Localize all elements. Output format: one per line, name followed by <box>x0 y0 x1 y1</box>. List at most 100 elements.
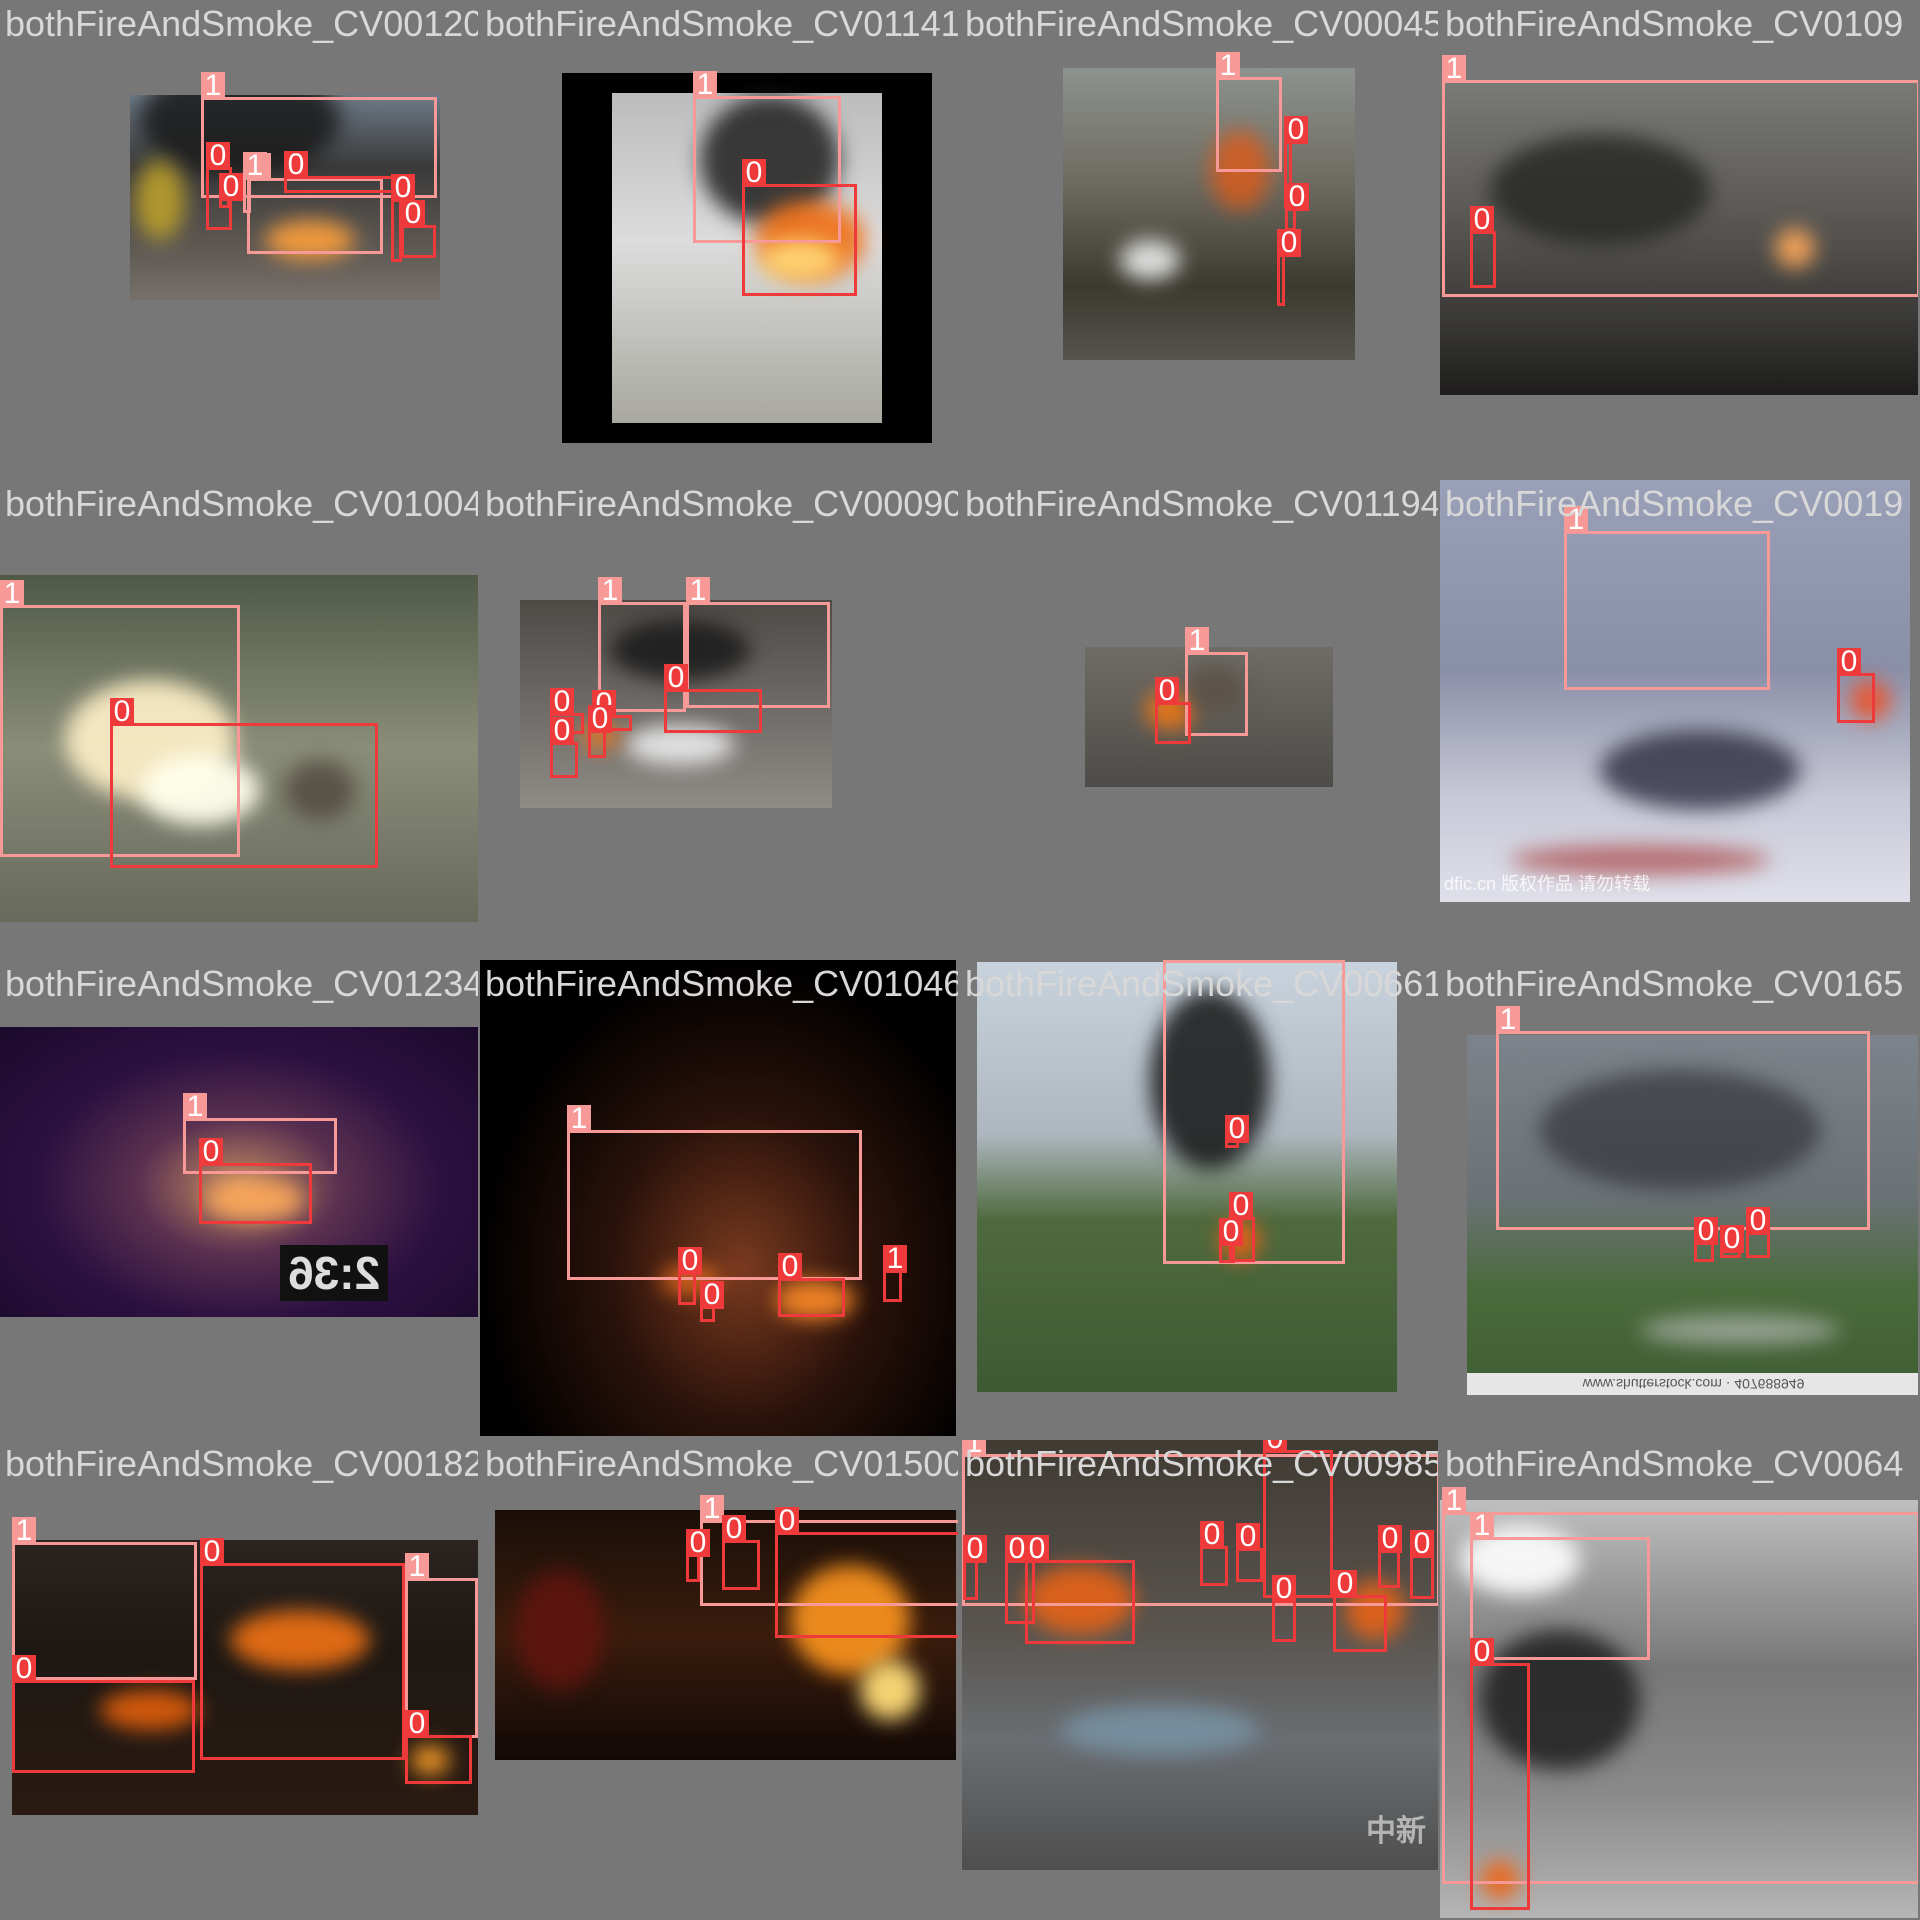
class-label: 1 <box>700 1494 724 1524</box>
class-label: 0 <box>778 1252 802 1282</box>
image-tile[interactable]: bothFireAndSmoke_CV010043.jpg 1 0 <box>0 480 478 958</box>
photo-watermark: 中新 <box>1366 1815 1426 1848</box>
image-tile[interactable]: bothFireAndSmoke_CV011418.jpg 1 0 <box>480 0 958 478</box>
fire-detection-box[interactable]: 1 <box>883 1244 907 1302</box>
photo-watermark: www.shutterstock.com · 407688949 <box>1467 1373 1918 1395</box>
class-label: 0 <box>1746 1206 1770 1236</box>
class-label: 0 <box>1720 1224 1744 1254</box>
class-label: 0 <box>1236 1522 1260 1552</box>
fire-detection-box[interactable]: 0 <box>775 1506 958 1638</box>
class-label: 0 <box>1200 1520 1224 1550</box>
class-label: 1 <box>686 576 710 606</box>
class-label: 0 <box>775 1506 799 1536</box>
fire-detection-box[interactable]: 0 <box>110 697 378 868</box>
fire-detection-box[interactable]: 0 <box>1746 1206 1770 1258</box>
fire-detection-box[interactable]: 0 <box>1470 1637 1530 1910</box>
smoke-detection-box[interactable]: 1 <box>1442 54 1918 297</box>
fire-detection-box[interactable]: 0 <box>12 1654 195 1773</box>
fire-detection-box[interactable]: 0 <box>700 1280 724 1322</box>
fire-detection-box[interactable]: 0 <box>1720 1224 1744 1258</box>
fire-detection-box[interactable]: 0 <box>219 172 243 208</box>
fire-detection-box[interactable]: 0 <box>778 1252 845 1317</box>
fire-detection-box[interactable]: 0 <box>963 1534 987 1600</box>
fire-detection-box[interactable]: 0 <box>722 1514 760 1590</box>
photo-watermark: dfic.cn 版权作品 请勿转载 <box>1444 874 1651 894</box>
class-label: 0 <box>200 1537 224 1567</box>
smoke-detection-box[interactable]: 1 <box>1496 1005 1870 1230</box>
class-label: 0 <box>219 172 243 202</box>
fire-detection-box[interactable]: 0 <box>1470 205 1496 288</box>
smoke-detection-box[interactable]: 1 <box>1470 1511 1650 1660</box>
photo-texture-blob <box>515 1570 605 1690</box>
class-label: 0 <box>1272 1574 1296 1604</box>
image-tile[interactable]: bothFireAndSmoke_CV000458.jpg 1 0 0 0 <box>960 0 1438 478</box>
fire-detection-box[interactable]: 0 <box>1410 1529 1434 1599</box>
fire-detection-box[interactable]: 0 <box>664 663 762 733</box>
fire-detection-box[interactable]: 0 <box>686 1528 710 1582</box>
class-label: 1 <box>243 151 267 181</box>
image-tile[interactable]: bothFireAndSmoke_CV001823.jpg 1 0 1 0 0 <box>0 1440 478 1918</box>
fire-detection-box[interactable]: 0 <box>1219 1217 1243 1263</box>
image-tile[interactable]: bothFireAndSmoke_CV000904.jpg1100000 <box>480 480 958 958</box>
tile-filename: bothFireAndSmoke_CV011418.jpg <box>485 3 958 44</box>
class-label: 0 <box>1277 228 1301 258</box>
tile-photo <box>1063 68 1355 360</box>
class-label: 1 <box>1216 51 1240 81</box>
smoke-detection-box[interactable]: 1 <box>12 1516 197 1680</box>
class-label: 0 <box>1378 1524 1402 1554</box>
class-label: 1 <box>693 70 717 100</box>
class-label: 0 <box>742 158 766 188</box>
fire-detection-box[interactable]: 0 <box>1225 1114 1249 1148</box>
class-label: 0 <box>110 697 134 727</box>
image-tile[interactable]: bothFireAndSmoke_CV015008.jpg1000 <box>480 1440 958 1918</box>
photo-texture-blob <box>1640 1315 1840 1345</box>
fire-detection-box[interactable]: 0 <box>742 158 857 296</box>
image-tile[interactable]: bothFireAndSmoke_CV010467.jpg10001 <box>480 960 958 1438</box>
fire-detection-box[interactable]: 0 <box>678 1246 702 1305</box>
image-tile[interactable]: bothFireAndSmoke_CV006616.jpg1000 <box>960 960 1438 1438</box>
tile-filename: bothFireAndSmoke_CV0109 <box>1445 3 1904 44</box>
image-tile[interactable]: bothFireAndSmoke_CV001206.jpg10001000 <box>0 0 478 478</box>
fire-detection-box[interactable]: 0 <box>200 1537 405 1760</box>
fire-detection-box[interactable]: 0 <box>405 1709 472 1784</box>
image-tile[interactable]: dfic.cn 版权作品 请勿转载 bothFireAndSmoke_CV0019… <box>1440 480 1918 958</box>
tile-filename: bothFireAndSmoke_CV0064 <box>1445 1443 1904 1484</box>
image-tile[interactable]: www.shutterstock.com · 407688949 bothFire… <box>1440 960 1918 1438</box>
fire-detection-box[interactable]: 0 <box>1236 1522 1263 1582</box>
smoke-detection-box[interactable]: 1 <box>567 1104 862 1280</box>
smoke-detection-box[interactable]: 1 <box>1564 505 1770 690</box>
class-label: 0 <box>1263 1440 1287 1454</box>
class-label: 0 <box>664 663 688 693</box>
fire-detection-box[interactable]: 0 <box>588 704 612 758</box>
smoke-detection-box[interactable]: 1 <box>243 151 267 213</box>
fire-detection-box[interactable]: 0 <box>1277 228 1301 306</box>
fire-detection-box[interactable]: 0 <box>550 716 578 778</box>
fire-detection-box[interactable]: 0 <box>1378 1524 1402 1588</box>
image-tile[interactable]: bothFireAndSmoke_CV011947.jpg 10 <box>960 480 1438 958</box>
fire-detection-box[interactable]: 0 <box>1272 1574 1296 1642</box>
image-tile[interactable]: bothFireAndSmoke_CV0109 1 0 <box>1440 0 1918 478</box>
tile-filename: bothFireAndSmoke_CV000904.jpg <box>485 483 958 524</box>
image-tile[interactable]: 2:36 bothFireAndSmoke_CV012345.jpg 1 0 <box>0 960 478 1438</box>
fire-detection-box[interactable]: 0 <box>284 150 394 193</box>
class-label: 1 <box>1442 54 1466 84</box>
fire-detection-box[interactable]: 0 <box>1694 1216 1718 1262</box>
class-label: 0 <box>700 1280 724 1310</box>
smoke-detection-box[interactable]: 1 <box>1216 51 1282 172</box>
class-label: 1 <box>12 1516 36 1546</box>
fire-detection-box[interactable]: 0 <box>1837 647 1875 723</box>
image-tile[interactable]: 中新bothFireAndSmoke_CV009859.jpg100000000… <box>960 1440 1438 1918</box>
class-label: 1 <box>201 71 225 101</box>
smoke-detection-box[interactable]: 1 <box>1185 626 1248 736</box>
tile-filename: bothFireAndSmoke_CV0165 <box>1445 963 1904 1004</box>
fire-detection-box[interactable]: 0 <box>1025 1534 1135 1644</box>
tile-filename: bothFireAndSmoke_CV001206.jpg <box>5 3 478 44</box>
fire-detection-box[interactable]: 0 <box>199 1137 312 1224</box>
fire-detection-box[interactable]: 0 <box>1155 676 1191 744</box>
fire-detection-box[interactable]: 0 <box>401 199 436 258</box>
class-label: 0 <box>1225 1114 1249 1144</box>
image-tile[interactable]: bothFireAndSmoke_CV0064 1 1 0 <box>1440 1440 1918 1918</box>
class-label: 1 <box>183 1092 207 1122</box>
fire-detection-box[interactable]: 0 <box>1200 1520 1228 1586</box>
fire-detection-box[interactable]: 0 <box>1333 1569 1387 1652</box>
